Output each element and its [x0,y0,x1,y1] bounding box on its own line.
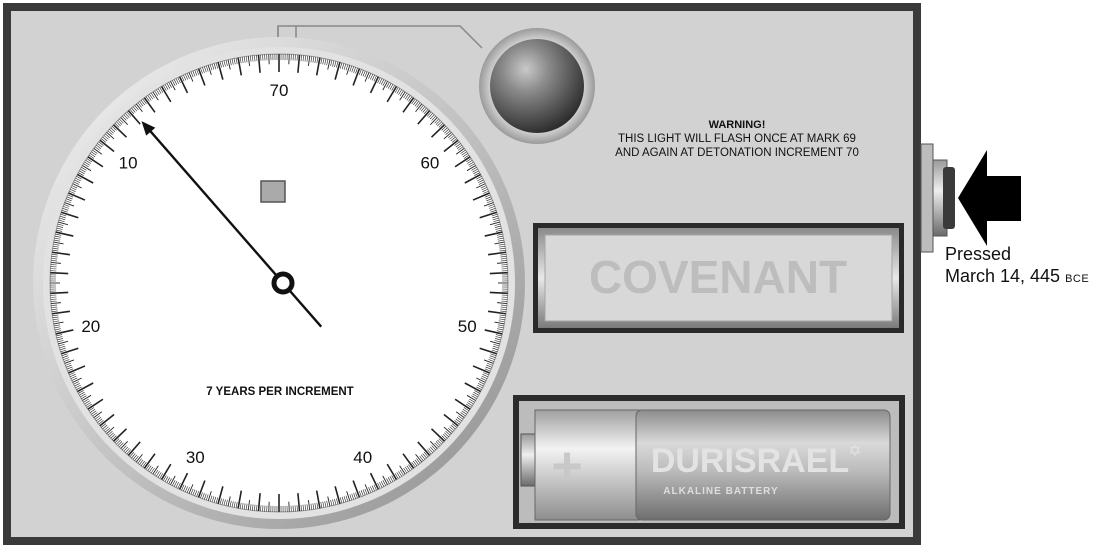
dial-caption: 7 YEARS PER INCREMENT [206,386,353,398]
battery-nub [520,433,536,487]
dial-label-20: 20 [81,317,100,336]
pressed-label: Pressed [945,244,1012,264]
covenant-nameplate: COVENANT [533,223,904,333]
warning-line-1: THIS LIGHT WILL FLASH ONCE AT MARK 69 [618,133,856,145]
nameplate-text: COVENANT [589,251,847,303]
press-arrow-icon [958,150,1021,246]
warning-line-2: AND AGAIN AT DETONATION INCREMENT 70 [615,147,859,159]
dial-tick [489,271,508,275]
pressed-annotation: Pressed March 14, 445 BCE [945,243,1089,290]
battery-brand: DURISRAEL [651,442,849,480]
warning-light [490,39,584,133]
needle-hub [271,271,295,295]
warning-title: WARNING! [709,119,766,131]
dial-label-70: 70 [270,81,289,100]
dial-label-50: 50 [458,317,477,336]
dial-indicator-square [260,180,286,203]
dial-label-30: 30 [186,448,205,467]
battery: + DURISRAEL ✡ ALKALINE BATTERY [513,395,905,529]
dial-label-40: 40 [353,448,372,467]
dial-label-10: 10 [119,154,138,173]
battery-star: ✡ [848,441,861,460]
dial-tick [489,291,508,295]
battery-subtitle: ALKALINE BATTERY [663,486,778,497]
dial-tick [50,271,69,275]
pressed-date: March 14, 445 [945,266,1061,286]
battery-plus: + [551,436,583,496]
dial-label-60: 60 [420,154,439,173]
detonator-button[interactable] [920,143,955,253]
dial-tick [50,291,69,295]
pressed-era: BCE [1065,273,1090,285]
pressed-date-line: March 14, 445 BCE [945,265,1089,290]
